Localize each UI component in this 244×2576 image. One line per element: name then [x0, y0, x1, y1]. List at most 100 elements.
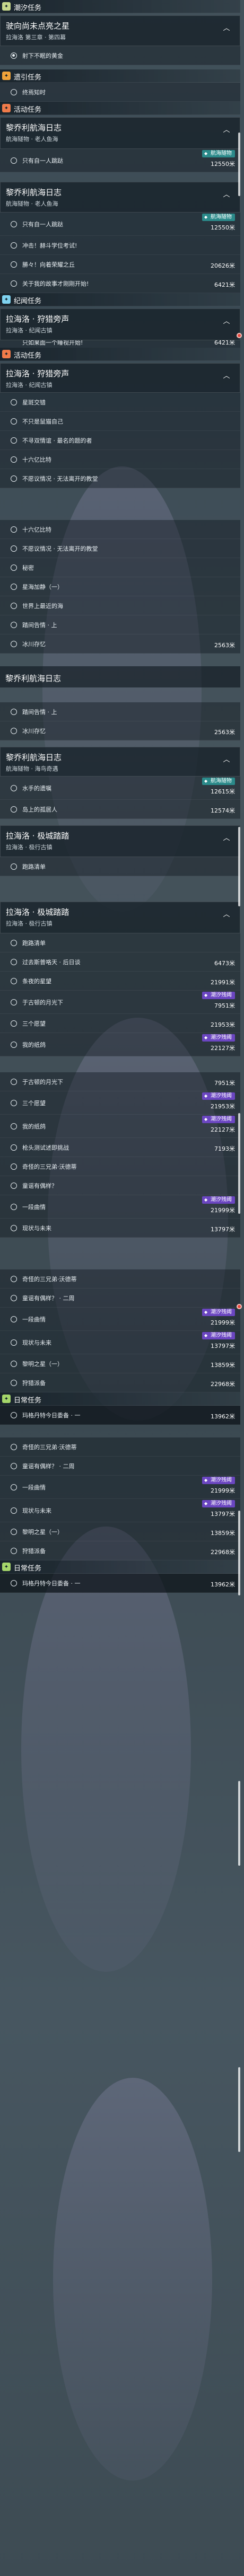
ring-icon [11, 157, 17, 164]
list-item[interactable]: 现状与未来 13797米 [0, 1219, 240, 1238]
list-item[interactable]: 秘密 [0, 558, 240, 577]
list-item[interactable]: 射下不眠的黄金 [0, 46, 240, 65]
list-item[interactable]: 玛格丹特今日委备 · 一 13962米 [0, 1574, 240, 1593]
list-item[interactable]: 狩猎派备 22968米 [0, 1541, 240, 1560]
ring-icon [11, 1100, 17, 1106]
quest-card-lahai[interactable]: 拉海洛 · 狩猎旁声 拉海洛 · 纪闻古镇 ︿ [0, 308, 240, 340]
scrollbar[interactable] [238, 1781, 240, 1866]
scrollbar[interactable] [238, 827, 240, 906]
list-item[interactable]: 冰川存忆 2563米 [0, 634, 240, 654]
list-item[interactable]: 踏间告情 · 上 [0, 702, 240, 721]
list-item[interactable]: 于古顿的月光下 潮汐残阈 7951米 [0, 991, 240, 1014]
scrollbar[interactable] [238, 1511, 240, 1595]
ring-icon [11, 622, 17, 628]
list-item[interactable]: 星斑交错 [0, 393, 240, 412]
chevron-up-icon[interactable]: ︿ [219, 906, 234, 920]
ring-icon [11, 399, 17, 405]
list-item[interactable]: 星海加静（一） [0, 577, 240, 596]
list-item[interactable]: 十六亿比特 [0, 520, 240, 539]
section-title: 活动任务 [14, 352, 42, 360]
list-item[interactable]: 三个愿望 潮汐残阈 21953米 [0, 1091, 240, 1115]
list-item[interactable]: 只有自一人跳跶 航海隧物 12550米 [0, 149, 240, 172]
list-item[interactable]: 狩猎派备 22968米 [0, 1373, 240, 1392]
list-item[interactable]: 一段曲情 潮汐残阈 21999米 [0, 1195, 240, 1219]
quest-card-voyage-2[interactable]: 黎乔利航海日志 [0, 666, 240, 687]
distance-value: 21999米 [211, 1319, 235, 1326]
quest-subtitle: 拉海洛 · 极行古镇 [6, 920, 53, 927]
quest-step-label: 我的纸鸽 [22, 1042, 46, 1048]
quest-step-label: 我的纸鸽 [22, 1123, 46, 1130]
chevron-up-icon[interactable]: ︿ [219, 830, 234, 844]
list-item[interactable]: 现状与未来 潮汐残阈 13797米 [0, 1499, 240, 1522]
list-item[interactable]: 过去斯普咯天 · 后日谈 6473米 [0, 952, 240, 972]
list-item[interactable]: 勝々！向着荣耀之丘 20626米 [0, 255, 240, 274]
list-item[interactable]: 十六亿比特 [0, 450, 240, 469]
list-item[interactable]: 岛上的孤居人 12574米 [0, 800, 240, 819]
quest-step-label: 射下不眠的黄金 [22, 52, 63, 59]
list-item[interactable]: 世界上最近的海 [0, 596, 240, 615]
quest-card-voyage-3[interactable]: 黎乔利航海日志 航海隧物 · 海鸟奇遇 ︿ [0, 747, 240, 777]
list-item[interactable]: 奇怪的三兄弟·沃德蒂 [0, 1437, 240, 1457]
quest-card-yemie-2[interactable]: 拉海洛 · 极城踏踏 拉海洛 · 极行古镇 ︿ [0, 902, 240, 933]
ring-icon [11, 999, 17, 1005]
distance-value: 13797米 [211, 1511, 235, 1518]
list-item[interactable]: 黎明之星（一） 13859米 [0, 1354, 240, 1373]
ring-icon [11, 1339, 17, 1346]
list-item[interactable]: 三个愿望 21953米 [0, 1014, 240, 1033]
quest-step-label: 三个愿望 [22, 1100, 46, 1107]
scrollbar[interactable] [238, 133, 240, 196]
quest-card-voyage-b[interactable]: 黎乔利航海日志 航海隧物 · 老人鱼海 ︿ [0, 182, 240, 213]
list-item[interactable]: 一段曲情 潮汐残阈 21999米 [0, 1476, 240, 1499]
quest-title: 黎乔利航海日志 [6, 753, 62, 762]
chevron-up-icon[interactable]: ︿ [219, 313, 234, 327]
list-item[interactable]: 冲击！赫斗学位考试! [0, 236, 240, 255]
list-item[interactable]: 奇怪的三兄弟·沃德蒂 [0, 1157, 240, 1176]
list-item[interactable]: 于古顿的月光下 7951米 [0, 1072, 240, 1091]
list-item[interactable]: 童谣有偶样？ · 二周 [0, 1457, 240, 1476]
distance-value: 21953米 [211, 1021, 235, 1028]
list-item[interactable]: 黎明之星（一） 13859米 [0, 1522, 240, 1541]
list-item[interactable]: 条夜的星望 21991米 [0, 972, 240, 991]
chevron-up-icon[interactable]: ︿ [219, 187, 234, 200]
list-item[interactable]: 踏间告情 · 上 [0, 615, 240, 634]
list-item[interactable]: 现状与未来 潮汐残阈 13797米 [0, 1331, 240, 1354]
list-item[interactable]: 童谣有偶样？ [0, 1176, 240, 1195]
list-item[interactable]: 童谣有偶样？ · 二周 [0, 1289, 240, 1308]
list-item[interactable]: 不寻双情谊 · 最名的题的者 [0, 431, 240, 450]
scrollbar[interactable] [238, 1113, 240, 1214]
quest-subtitle: 拉海洛 · 极行古镇 [6, 844, 53, 851]
distance-value: 7193米 [214, 1145, 235, 1152]
list-item[interactable]: 不愿议情况 · 无法离开的教堂 [0, 539, 240, 558]
quest-card-voyage[interactable]: 黎乔利航海日志 航海隧物 · 老人鱼海 ︿ [0, 117, 240, 149]
list-item[interactable]: 玛格丹特今日委备 · 一 13962米 [0, 1406, 240, 1425]
scrollbar[interactable] [238, 2067, 240, 2152]
quest-card-lahai-b[interactable]: 拉海洛 · 狩猎旁声 拉海洛 · 纪闻古镇 ︿ [0, 363, 240, 393]
list-item[interactable]: 终焉知时 [0, 83, 240, 102]
quest-card-dawn[interactable]: 驶向尚未点亮之星 拉海洛 第三章 · 第四幕 ︿ [0, 15, 240, 46]
list-item[interactable]: 不只是鼠猫自己 [0, 412, 240, 431]
distance-value: 21999米 [211, 1487, 235, 1494]
quest-step-label: 玛格丹特今日委备 · 一 [22, 1412, 81, 1419]
chevron-up-icon[interactable]: ︿ [219, 122, 234, 136]
list-item[interactable]: 我的纸鸽 潮汐残阈 22127米 [0, 1033, 240, 1056]
section-header-jiwen: ✦ 纪闻任务 [0, 293, 240, 306]
chevron-up-icon[interactable]: ︿ [219, 20, 234, 34]
list-item[interactable]: 我的纸鸽 潮汐残阈 22127米 [0, 1115, 240, 1138]
distance-value: 6421米 [214, 340, 235, 346]
quest-step-label: 不愿议情况 · 无法离开的教堂 [22, 545, 98, 552]
list-item[interactable]: 只有自一人跳跶 航海隧物 12550米 [0, 213, 240, 236]
list-item[interactable]: 奇怪的三兄弟·沃德蒂 [0, 1269, 240, 1289]
list-item[interactable]: 不愿议情况 · 无法离开的教堂 [0, 469, 240, 488]
list-item[interactable]: 枪头测试述即挑战 7193米 [0, 1138, 240, 1157]
list-item[interactable]: 水手的遗嘱 航海隧物 12615米 [0, 777, 240, 800]
chevron-up-icon[interactable]: ︿ [219, 368, 234, 382]
list-item[interactable]: 冰川存忆 2563米 [0, 721, 240, 740]
chevron-up-icon[interactable]: ︿ [219, 752, 234, 765]
list-item[interactable]: 一段曲情 潮汐残阈 21999米 [0, 1308, 240, 1331]
list-item[interactable]: 跑路清单 [0, 857, 240, 876]
list-item[interactable]: 跑路清单 [0, 933, 240, 952]
quest-card-yemie[interactable]: 拉海洛 · 极城踏踏 拉海洛 · 极行古镇 ︿ [0, 825, 240, 857]
quest-title: 黎乔利航海日志 [6, 188, 62, 197]
list-item[interactable]: 关于我的故事才刚刚开始! 6421米 [0, 274, 240, 293]
quest-step-label: 玛格丹特今日委备 · 一 [22, 1580, 81, 1587]
